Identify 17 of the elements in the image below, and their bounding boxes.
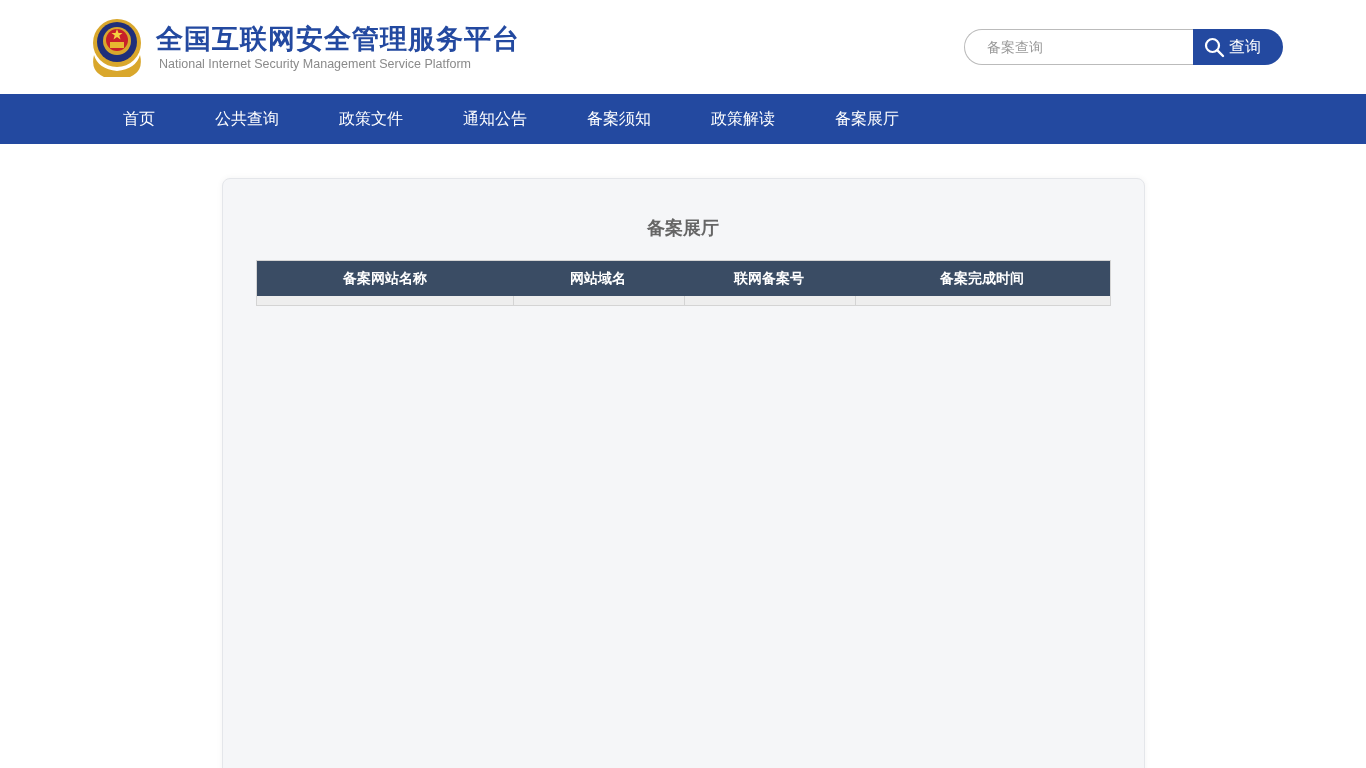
column-header: 备案网站名称 [341,269,428,288]
search-field[interactable]: 备案查询 [964,29,1193,65]
nav-link[interactable]: 政策文件 [321,94,421,144]
panel-title: 备案展厅 [646,217,720,240]
nav-link[interactable]: 政策解读 [693,94,793,144]
nav-link[interactable]: 通知公告 [445,94,545,144]
search-icon [1204,36,1225,58]
nav-link[interactable]: 备案展厅 [817,94,917,144]
nav-link[interactable]: 公共查询 [197,94,297,144]
nav-link[interactable]: 首页 [105,94,173,144]
nav-link[interactable]: 备案须知 [569,94,669,144]
column-header: 备案完成时间 [939,269,1025,288]
site-subtitle: National Internet Security Management Service Platform [159,56,472,72]
column-header: 联网备案号 [732,269,805,288]
search-button[interactable]: 查询 [1193,29,1283,65]
site-title: 全国互联网安全管理服务平台 [156,23,520,56]
column-header: 网站域名 [569,269,627,288]
